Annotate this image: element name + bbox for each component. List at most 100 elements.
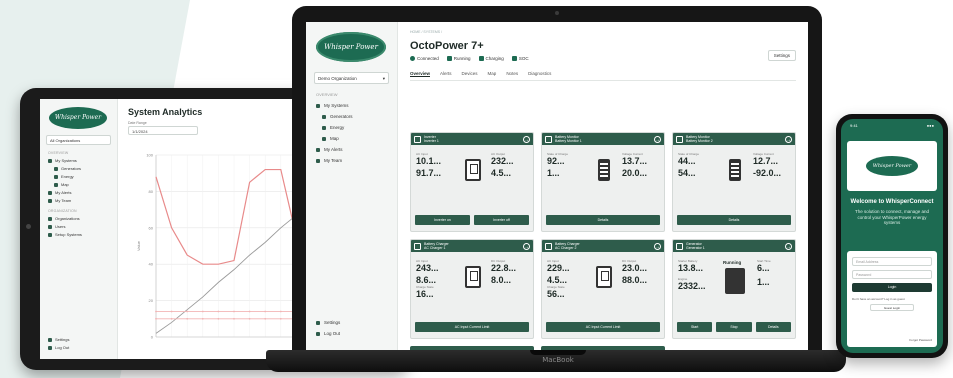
card-title: Battery Monitor Battery Monitor 1 <box>555 135 651 143</box>
reading-value: 22.8... <box>491 263 517 273</box>
card-header: Generator Generator 1 → <box>673 240 795 252</box>
details-button[interactable]: Details <box>755 322 791 332</box>
my-systems-icon <box>48 158 52 163</box>
sidebar-item-map[interactable]: Map <box>322 136 387 141</box>
reading-value: 12.7... <box>753 156 779 166</box>
email-field[interactable]: Email Address <box>852 257 932 266</box>
arrow-right-icon[interactable]: → <box>785 135 792 143</box>
my-alerts-icon <box>316 147 320 152</box>
settings-button[interactable]: Settings <box>767 50 796 61</box>
sidebar-item-generators[interactable]: Generators <box>322 114 387 119</box>
phone-screen: 9:41 ●●● Whisper Power Welcome to Whispe… <box>841 119 943 353</box>
card-title: Battery Charger AC Charger 2 <box>555 242 651 250</box>
sidebar-item-map[interactable]: Map <box>54 182 109 187</box>
sidebar-item-generators[interactable]: Generators <box>54 166 109 171</box>
arrow-right-icon[interactable]: → <box>523 135 530 143</box>
inverter-icon <box>465 159 481 181</box>
tab-notes[interactable]: Notes <box>506 71 518 77</box>
organizations-icon <box>48 216 52 221</box>
date-range-input[interactable]: 1/1/2024 <box>128 126 198 135</box>
details-button[interactable]: Details <box>546 215 660 225</box>
login-button[interactable]: Login <box>852 283 932 292</box>
generators-icon <box>54 166 58 171</box>
battery-icon <box>729 159 741 181</box>
laptop-logo[interactable]: Whisper Power <box>316 32 386 62</box>
organization-select[interactable]: Demo Organization ▾ <box>314 72 389 84</box>
phone-status-bar: 9:41 ●●● <box>841 119 943 128</box>
series-point <box>186 317 189 320</box>
arrow-right-icon[interactable]: → <box>654 135 661 143</box>
arrow-right-icon[interactable]: → <box>523 242 530 250</box>
inverter-off-button[interactable]: Inverter off <box>474 215 529 225</box>
details-button[interactable]: Details <box>677 215 791 225</box>
reading-value: 229... <box>547 263 570 273</box>
chevron-down-icon: ▾ <box>382 76 385 81</box>
sidebar-item-settings[interactable]: Settings <box>48 337 109 342</box>
laptop-main: HOME / SYSTEMS / OctoPower 7+ Settings C… <box>398 22 808 350</box>
forgot-password-link[interactable]: Forgot Password <box>909 338 932 342</box>
series-point <box>217 317 220 320</box>
password-field[interactable]: Password <box>852 270 932 279</box>
sidebar-item-my-alerts[interactable]: My Alerts <box>48 190 109 195</box>
users-icon <box>48 224 52 229</box>
card-subtitle: Generator 1 <box>686 246 705 250</box>
laptop-camera <box>555 11 559 15</box>
arrow-right-icon[interactable]: → <box>785 242 792 250</box>
sidebar-item-my-systems[interactable]: My Systems <box>48 158 109 163</box>
battery-icon <box>545 135 552 143</box>
sidebar-item-users[interactable]: Users <box>48 224 109 229</box>
tab-bar: Overview Alerts Devices Map Notes Diagnostics <box>410 71 796 81</box>
sidebar-item-label: Energy <box>61 174 74 179</box>
breadcrumb[interactable]: HOME / SYSTEMS / <box>410 30 796 34</box>
card-actions: Start Stop Details <box>677 322 791 332</box>
sidebar-item-log-out[interactable]: Log Out <box>48 345 109 350</box>
sidebar-item-setup-systems[interactable]: Setup Systems <box>48 232 109 237</box>
status-label: Running <box>453 56 471 61</box>
series-point <box>201 317 204 320</box>
guest-login-button[interactable]: Guest Login <box>870 304 914 311</box>
tablet-logo[interactable]: Whisper Power <box>49 107 107 129</box>
series-point <box>264 317 267 320</box>
energy-icon <box>322 125 326 130</box>
series-point <box>248 317 251 320</box>
card-title: Inverter Inverter 1 <box>424 135 520 143</box>
tab-map[interactable]: Map <box>488 71 497 77</box>
card-actions: AC Input Current Limit <box>415 322 529 332</box>
sidebar-item-my-team[interactable]: My Team <box>316 158 387 163</box>
tab-diagnostics[interactable]: Diagnostics <box>528 71 551 77</box>
arrow-right-icon[interactable]: → <box>654 242 661 250</box>
y-tick-label: 60 <box>149 225 154 230</box>
charger-icon <box>465 266 481 288</box>
reading-value: 16... <box>416 289 434 299</box>
sidebar-item-energy[interactable]: Energy <box>322 125 387 130</box>
sidebar-item-my-team[interactable]: My Team <box>48 198 109 203</box>
stop-button[interactable]: Stop <box>716 322 752 332</box>
organization-select[interactable]: All Organizations <box>46 135 111 145</box>
ac-input-current-limit-button[interactable]: AC Input Current Limit <box>415 322 529 332</box>
my-team-icon <box>316 158 320 163</box>
reading-value: 6... <box>757 263 770 273</box>
sidebar-item-my-alerts[interactable]: My Alerts <box>316 147 387 152</box>
sidebar-item-label: Map <box>330 136 339 141</box>
sidebar-item-log-out[interactable]: Log Out <box>316 331 387 336</box>
tab-overview[interactable]: Overview <box>410 71 431 77</box>
logo-text: Whisper Power <box>324 42 378 51</box>
status-bar: Connected Running Charging SOC <box>410 56 796 61</box>
card-title: Battery Charger AC Charger 1 <box>424 242 520 250</box>
tab-devices[interactable]: Devices <box>462 71 478 77</box>
tab-alerts[interactable]: Alerts <box>440 71 452 77</box>
sidebar-item-label: My Alerts <box>55 190 72 195</box>
charger-icon <box>414 242 421 250</box>
ac-input-current-limit-button[interactable]: AC Input Current Limit <box>546 322 660 332</box>
login-form: Email Address Password Login Don't have … <box>847 251 937 347</box>
sidebar-item-my-systems[interactable]: My Systems <box>316 103 387 108</box>
inverter-on-button[interactable]: Inverter on <box>415 215 470 225</box>
sidebar-item-settings[interactable]: Settings <box>316 320 387 325</box>
sidebar-item-energy[interactable]: Energy <box>54 174 109 179</box>
series-point <box>264 310 267 313</box>
status-soc: SOC <box>511 56 529 61</box>
start-button[interactable]: Start <box>677 322 713 332</box>
card-header: Battery Monitor Battery Monitor 1 → <box>542 133 664 145</box>
sidebar-item-organizations[interactable]: Organizations <box>48 216 109 221</box>
settings-icon <box>316 320 320 325</box>
